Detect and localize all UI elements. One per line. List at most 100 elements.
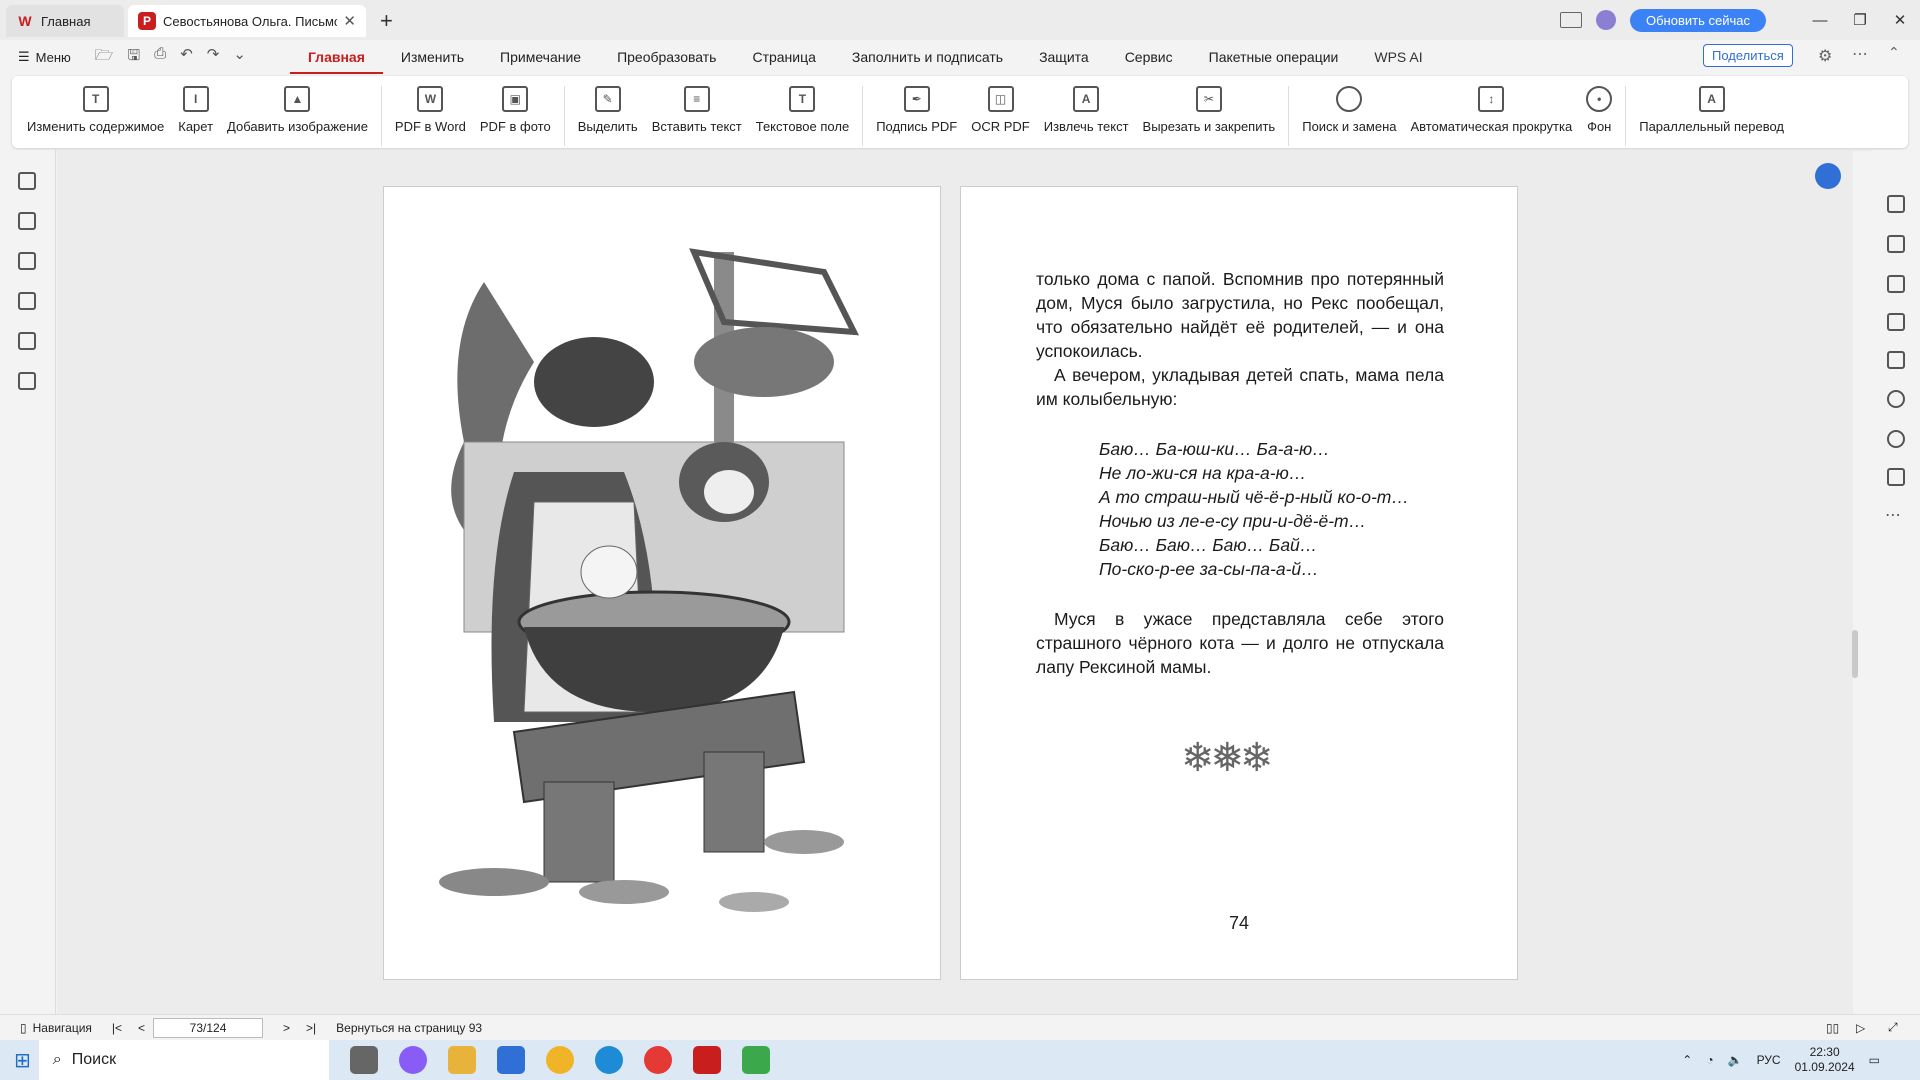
parallel-translation-button[interactable]: A Параллельный перевод xyxy=(1632,86,1791,134)
comment-icon[interactable] xyxy=(18,252,36,270)
tab-edit[interactable]: Изменить xyxy=(383,40,482,74)
more-icon[interactable]: ⋯ xyxy=(1852,44,1868,64)
new-tab-button[interactable]: + xyxy=(380,8,393,34)
alice-icon[interactable] xyxy=(398,1046,427,1074)
ai-assistant-icon[interactable] xyxy=(1815,163,1841,189)
explorer-icon[interactable] xyxy=(447,1046,476,1074)
tab-fill-sign[interactable]: Заполнить и подписать xyxy=(834,40,1021,74)
undo-icon[interactable]: ↶ xyxy=(180,45,193,70)
navigation-icon[interactable]: ▯ xyxy=(20,1021,27,1035)
auto-scroll-button[interactable]: ↕ Автоматическая прокрутка xyxy=(1404,86,1580,134)
background-button[interactable]: • Фон xyxy=(1579,86,1619,134)
pdf-to-word-button[interactable]: W PDF в Word xyxy=(388,86,473,134)
minimize-icon[interactable]: — xyxy=(1800,12,1840,29)
layers-icon[interactable] xyxy=(18,372,36,390)
tab-document[interactable]: P Севостьянова Ольга. Письмо ✕ xyxy=(128,5,366,37)
edge-icon[interactable] xyxy=(594,1046,623,1074)
task-view-icon[interactable] xyxy=(349,1046,378,1074)
close-tab-icon[interactable]: ✕ xyxy=(343,12,356,30)
tab-protect[interactable]: Защита xyxy=(1021,40,1107,74)
tab-convert[interactable]: Преобразовать xyxy=(599,40,734,74)
windows-start-icon[interactable]: ⊞ xyxy=(14,1048,31,1073)
extract-text-button[interactable]: A Извлечь текст xyxy=(1037,86,1136,134)
caret-button[interactable]: I Карет xyxy=(171,86,220,134)
language-indicator[interactable]: РУС xyxy=(1757,1053,1781,1067)
tool-label: Карет xyxy=(178,119,214,134)
upgrade-button[interactable]: Обновить сейчас xyxy=(1630,8,1766,32)
layout-icon[interactable] xyxy=(1560,12,1582,28)
book-icon[interactable] xyxy=(1887,468,1905,486)
torrent-icon[interactable] xyxy=(741,1046,770,1074)
ocr-pdf-button[interactable]: ◫ OCR PDF xyxy=(964,86,1037,134)
caret-icon: I xyxy=(182,86,209,112)
scrollbar-thumb[interactable] xyxy=(1852,630,1858,678)
pdf-to-photo-button[interactable]: ▣ PDF в фото xyxy=(473,86,558,134)
return-page-link[interactable]: Вернуться на страницу 93 xyxy=(336,1021,482,1035)
taskbar-search[interactable]: ⌕ Поиск xyxy=(38,1040,329,1080)
document-canvas[interactable] xyxy=(57,150,1853,1014)
signature-icon[interactable] xyxy=(18,332,36,350)
fullscreen-icon[interactable]: ⤢ xyxy=(1888,1020,1898,1035)
poem-line: По-ско-р-ее за-сы-па-а-й… xyxy=(1099,559,1319,579)
compare-icon[interactable] xyxy=(1887,313,1905,331)
play-icon[interactable]: ▷ xyxy=(1856,1021,1865,1035)
settings-icon[interactable]: ⚙ xyxy=(1818,46,1832,66)
print-icon[interactable]: ⎙ xyxy=(154,45,166,70)
document-icon[interactable] xyxy=(1887,235,1905,253)
yandex-icon[interactable] xyxy=(643,1046,672,1074)
divider xyxy=(1288,86,1290,146)
zoom-icon[interactable] xyxy=(1887,390,1905,408)
edit-icon[interactable] xyxy=(1887,195,1905,213)
redo-icon[interactable]: ↷ xyxy=(207,45,220,70)
prev-page-icon[interactable]: < xyxy=(138,1021,145,1035)
highlight-button[interactable]: ✎ Выделить xyxy=(571,86,645,134)
insert-text-button[interactable]: ≡ Вставить текст xyxy=(645,86,749,134)
wps-icon[interactable] xyxy=(692,1046,721,1074)
chevron-up-icon[interactable]: ⌃ xyxy=(1682,1053,1692,1067)
tab-wps-ai[interactable]: WPS AI xyxy=(1356,40,1440,74)
bookmark-icon[interactable] xyxy=(18,172,36,190)
poem-line: А то страш-ный чё-ё-р-ный ко-о-т… xyxy=(1099,487,1409,507)
text-box-button[interactable]: T Текстовое поле xyxy=(749,86,856,134)
find-replace-button[interactable]: Поиск и замена xyxy=(1295,86,1403,134)
clock[interactable]: 22:30 01.09.2024 xyxy=(1795,1045,1855,1075)
avatar[interactable] xyxy=(1596,10,1616,30)
last-page-icon[interactable]: >| xyxy=(306,1021,316,1035)
chevron-down-icon[interactable]: ⌄ xyxy=(233,45,246,70)
cut-pin-icon: ✂ xyxy=(1195,86,1222,112)
tab-page[interactable]: Страница xyxy=(734,40,833,74)
share-button[interactable]: Поделиться xyxy=(1703,44,1793,67)
more-icon[interactable]: ⋯ xyxy=(1885,505,1901,525)
cut-pin-button[interactable]: ✂ Вырезать и закрепить xyxy=(1136,86,1283,134)
navigation-label[interactable]: Навигация xyxy=(33,1021,92,1035)
next-page-icon[interactable]: > xyxy=(283,1021,290,1035)
tab-home[interactable]: W Главная xyxy=(6,5,124,37)
sign-icon[interactable] xyxy=(1887,275,1905,293)
page-number-input[interactable]: 73/124 xyxy=(153,1017,264,1038)
open-icon[interactable]: 🗁 xyxy=(95,45,114,70)
tab-service[interactable]: Сервис xyxy=(1107,40,1191,74)
tab-comment[interactable]: Примечание xyxy=(482,40,599,74)
close-window-icon[interactable]: ✕ xyxy=(1880,11,1920,29)
save-icon[interactable]: 🖫 xyxy=(127,45,140,70)
mail-icon[interactable] xyxy=(496,1046,525,1074)
collapse-icon[interactable]: ⌃ xyxy=(1888,44,1900,61)
first-page-icon[interactable]: |< xyxy=(112,1021,122,1035)
yandex-browser-icon[interactable] xyxy=(545,1046,574,1074)
menu-button[interactable]: ☰ Меню xyxy=(18,49,71,65)
stamp-icon[interactable] xyxy=(1887,351,1905,369)
tab-batch[interactable]: Пакетные операции xyxy=(1191,40,1357,74)
sign-pdf-button[interactable]: ✒ Подпись PDF xyxy=(869,86,964,134)
attachment-icon[interactable] xyxy=(18,292,36,310)
read-mode-icon[interactable]: ▯▯ xyxy=(1826,1021,1839,1035)
add-image-button[interactable]: ▲ Добавить изображение xyxy=(220,86,375,134)
network-icon[interactable]: ◔ xyxy=(1706,1053,1713,1067)
page-text: только дома с папой. Вспомнив про потеря… xyxy=(1036,267,1444,679)
help-icon[interactable] xyxy=(1887,430,1905,448)
notifications-icon[interactable]: ▭ xyxy=(1869,1053,1880,1067)
restore-icon[interactable]: ❐ xyxy=(1840,11,1880,29)
volume-icon[interactable]: 🔈 xyxy=(1728,1053,1743,1067)
tab-main[interactable]: Главная xyxy=(289,40,383,74)
thumbnails-icon[interactable] xyxy=(18,212,36,230)
edit-content-button[interactable]: T Изменить содержимое xyxy=(20,86,171,134)
